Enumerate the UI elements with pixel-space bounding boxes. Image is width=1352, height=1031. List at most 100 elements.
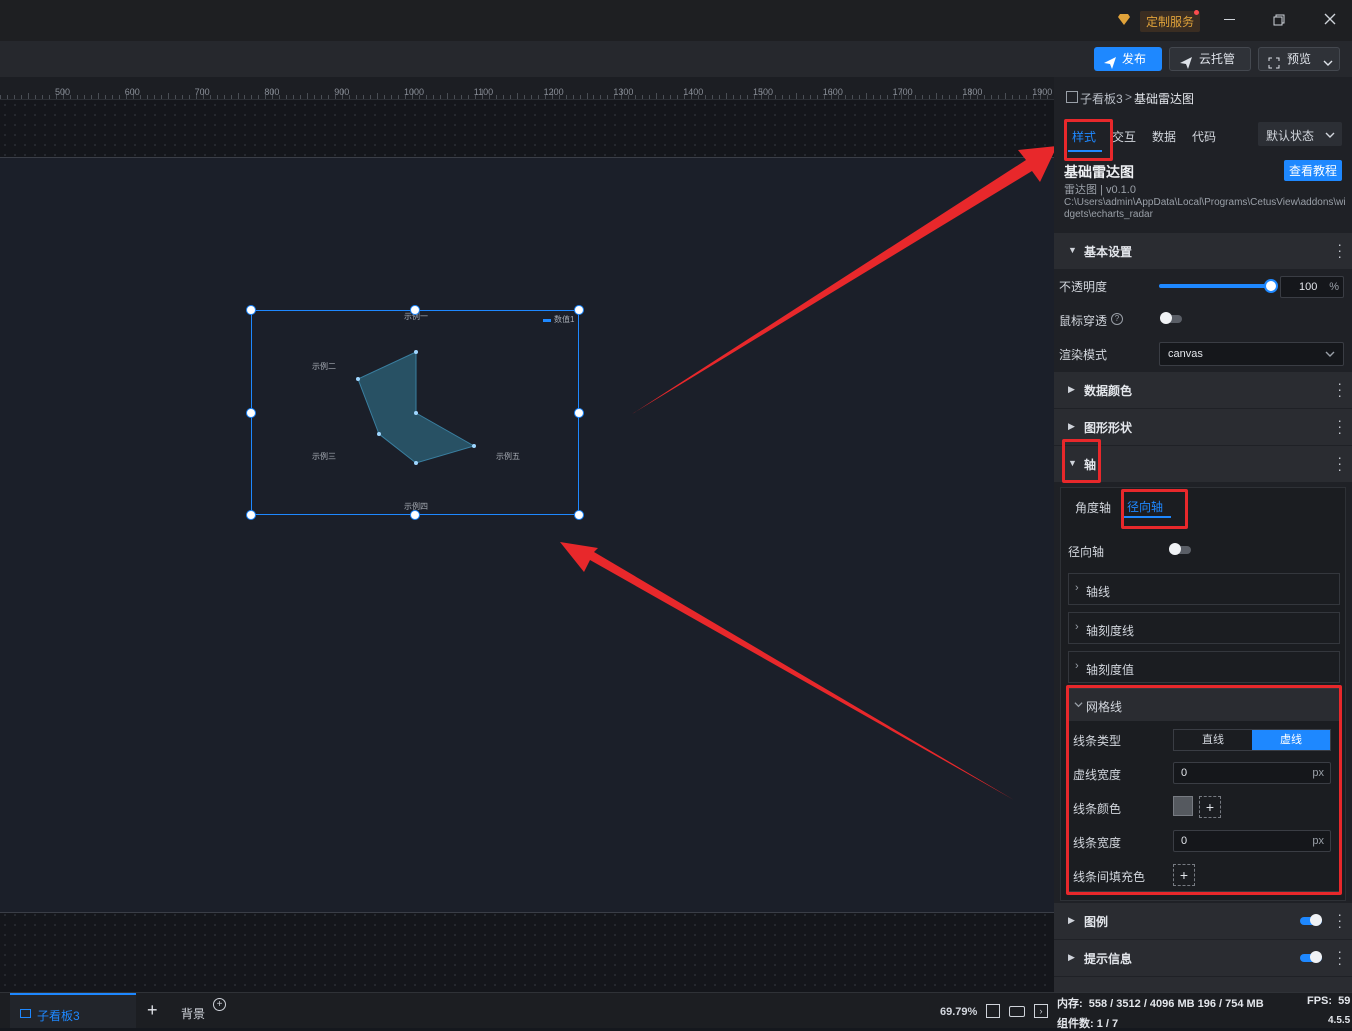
widget-path: C:\Users\admin\AppData\Local\Programs\Ce… xyxy=(1064,197,1346,220)
subsection-axis-label[interactable]: › 轴刻度值 xyxy=(1068,651,1340,683)
help-icon[interactable]: ? xyxy=(1111,313,1123,325)
ruler-tick xyxy=(146,95,148,99)
resize-handle[interactable] xyxy=(246,510,256,520)
ruler-tick xyxy=(7,95,9,99)
tooltip-toggle[interactable] xyxy=(1300,951,1322,963)
ruler-tick xyxy=(809,95,811,99)
resize-handle[interactable] xyxy=(246,305,256,315)
section-legend[interactable]: ▶ 图例 · · · xyxy=(1054,903,1352,939)
board-icon xyxy=(1066,91,1078,103)
radar-point xyxy=(414,350,418,354)
fit-screen-icon[interactable] xyxy=(986,1004,1000,1018)
subsection-axis-line[interactable]: › 轴线 xyxy=(1068,573,1340,605)
tutorial-button[interactable]: 查看教程 xyxy=(1284,160,1343,181)
radar-widget[interactable]: 示例一 示例二 示例三 示例四 示例五 数值1 xyxy=(251,310,579,515)
board-tab[interactable]: 子看板3 xyxy=(10,993,136,1028)
ruler-tick xyxy=(788,95,790,99)
section-more[interactable] xyxy=(1054,977,1352,992)
subsection-axis-tick[interactable]: › 轴刻度线 xyxy=(1068,612,1340,644)
mouse-through-toggle[interactable] xyxy=(1160,312,1182,324)
tab-angle-axis[interactable]: 角度轴 xyxy=(1075,499,1111,516)
ruler-tick xyxy=(740,95,742,99)
ruler-tick xyxy=(928,95,930,99)
more-icon[interactable]: · · · xyxy=(1337,237,1342,263)
opacity-label: 不透明度 xyxy=(1059,280,1108,294)
more-icon[interactable]: · · · xyxy=(1337,376,1342,402)
dashboard-board[interactable] xyxy=(0,157,1054,913)
restore-icon[interactable] xyxy=(1273,14,1285,26)
more-icon[interactable]: · · · xyxy=(1337,907,1342,933)
terminal-icon[interactable]: › xyxy=(1034,1004,1048,1018)
ruler-label: 1700 xyxy=(892,87,913,97)
ruler-tick xyxy=(537,95,539,99)
more-icon[interactable]: · · · xyxy=(1337,450,1342,476)
ruler-tick xyxy=(363,95,365,99)
ruler-tick xyxy=(230,95,232,99)
ruler-label: 700 xyxy=(194,87,210,97)
section-tooltip[interactable]: ▶ 提示信息 · · · xyxy=(1054,940,1352,976)
resize-handle[interactable] xyxy=(410,510,420,520)
section-title: 数据颜色 xyxy=(1084,384,1133,398)
add-circle-icon[interactable]: + xyxy=(213,998,226,1011)
tab-interaction[interactable]: 交互 xyxy=(1112,128,1136,145)
resize-handle[interactable] xyxy=(410,305,420,315)
ruler-tick xyxy=(181,95,183,99)
breadcrumb-sep: > xyxy=(1125,90,1133,104)
keyboard-icon[interactable] xyxy=(1009,1006,1025,1017)
state-select[interactable]: 默认状态 xyxy=(1258,122,1342,146)
ruler-tick xyxy=(914,95,916,99)
minimize-icon[interactable] xyxy=(1224,19,1235,20)
diamond-icon xyxy=(1117,12,1131,26)
section-title: 基本设置 xyxy=(1084,245,1133,259)
ruler-tick xyxy=(188,95,190,99)
custom-service-link[interactable]: 定制服务 xyxy=(1140,11,1201,32)
ruler-tick xyxy=(956,95,958,99)
ruler-tick xyxy=(572,95,574,99)
close-icon[interactable] xyxy=(1324,13,1336,25)
ruler-tick xyxy=(851,95,853,99)
legend-toggle[interactable] xyxy=(1300,914,1322,926)
background-tab[interactable]: 背景 xyxy=(181,1005,205,1022)
add-board-button[interactable]: + xyxy=(147,1000,158,1021)
opacity-input[interactable]: 100 % xyxy=(1280,276,1344,298)
resize-handle[interactable] xyxy=(574,305,584,315)
ruler-tick xyxy=(747,95,749,99)
tab-data[interactable]: 数据 xyxy=(1152,128,1176,145)
chevron-right-icon: › xyxy=(1075,621,1079,633)
send-icon xyxy=(1104,53,1116,77)
opacity-slider-knob[interactable] xyxy=(1264,279,1278,293)
caret-down-icon: ▼ xyxy=(1068,245,1077,255)
ruler-tick xyxy=(307,93,309,99)
section-data-color[interactable]: ▶ 数据颜色 · · · xyxy=(1054,372,1352,408)
opacity-slider[interactable] xyxy=(1159,279,1278,293)
radial-axis-toggle[interactable] xyxy=(1169,543,1191,555)
ruler-tick xyxy=(104,95,106,99)
tab-code[interactable]: 代码 xyxy=(1192,128,1216,145)
resize-handle[interactable] xyxy=(574,407,584,418)
cloud-host-button[interactable]: 云托管 xyxy=(1169,47,1251,71)
preview-button[interactable]: 预览 xyxy=(1258,47,1340,71)
section-basic-settings[interactable]: ▼ 基本设置 · · · xyxy=(1054,233,1352,269)
ruler-label: 1100 xyxy=(473,87,494,97)
ruler-label: 1200 xyxy=(543,87,564,97)
more-icon[interactable]: · · · xyxy=(1337,944,1342,970)
radial-axis-label: 径向轴 xyxy=(1068,545,1105,559)
ruler-label: 1000 xyxy=(404,87,425,97)
publish-button[interactable]: 发布 xyxy=(1094,47,1162,71)
radar-indicator-label: 示例三 xyxy=(312,451,336,461)
status-bar: 子看板3 + 背景 + 69.79% › 内存: 558 / 3512 / 40… xyxy=(0,992,1352,1030)
board-icon xyxy=(20,1009,31,1018)
resize-handle[interactable] xyxy=(574,510,584,520)
ruler-tick xyxy=(816,95,818,99)
render-mode-select[interactable]: canvas xyxy=(1159,342,1344,366)
horizontal-ruler: 500 600 700 800 900 1000 1100 1200 1300 1400 1500 1… xyxy=(0,77,1054,100)
ruler-tick xyxy=(1026,95,1028,99)
ruler-tick xyxy=(293,95,295,99)
more-icon[interactable]: · · · xyxy=(1337,413,1342,439)
ruler-tick xyxy=(921,95,923,99)
ruler-tick xyxy=(579,95,581,99)
ruler-label: 500 xyxy=(55,87,71,97)
breadcrumb-parent[interactable]: 子看板3 xyxy=(1080,90,1123,107)
ruler-tick xyxy=(0,95,2,99)
resize-handle[interactable] xyxy=(246,407,256,418)
